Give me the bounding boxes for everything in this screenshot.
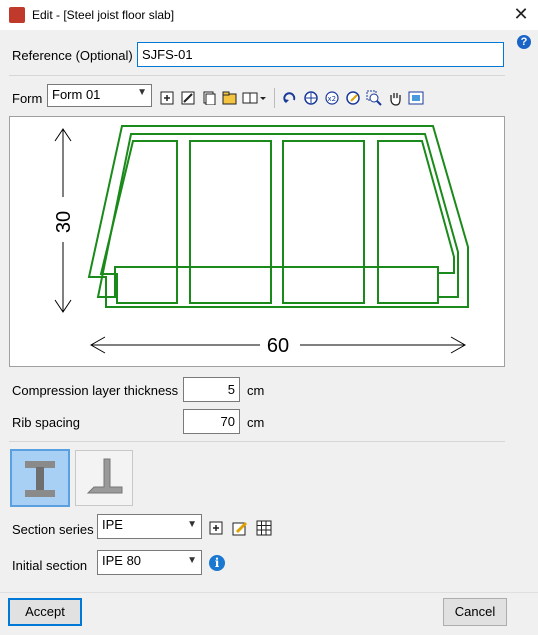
angle-profile-button[interactable] bbox=[75, 450, 133, 506]
slab-outline bbox=[87, 125, 469, 308]
section-series-toolbar bbox=[207, 519, 273, 537]
initial-section-label: Initial section bbox=[12, 558, 88, 573]
divider bbox=[9, 441, 505, 442]
refresh-icon[interactable] bbox=[344, 89, 362, 107]
compression-label: Compression layer thickness bbox=[12, 383, 179, 398]
svg-text:x2: x2 bbox=[328, 95, 337, 103]
library-icon[interactable] bbox=[242, 89, 268, 107]
form-select[interactable]: Form 01 ▼ bbox=[47, 84, 152, 107]
chevron-down-icon: ▼ bbox=[137, 87, 147, 98]
zoom-all-icon[interactable] bbox=[302, 89, 320, 107]
width-label: 60 bbox=[267, 335, 289, 357]
form-select-value: Form 01 bbox=[52, 87, 101, 102]
export-view-icon[interactable] bbox=[407, 89, 425, 107]
undo-view-icon[interactable] bbox=[281, 89, 299, 107]
add-icon[interactable] bbox=[207, 519, 225, 537]
zoom-window-icon[interactable] bbox=[365, 89, 383, 107]
pencil-edit-icon[interactable] bbox=[231, 519, 249, 537]
app-icon bbox=[9, 7, 25, 23]
section-series-select[interactable]: IPE ▼ bbox=[97, 514, 202, 539]
info-icon[interactable]: i bbox=[209, 555, 225, 571]
compression-input[interactable] bbox=[183, 377, 240, 402]
form-label: Form bbox=[12, 91, 43, 106]
rib-spacing-input[interactable] bbox=[183, 409, 240, 434]
copy-icon[interactable] bbox=[200, 89, 218, 107]
initial-section-value: IPE 80 bbox=[102, 553, 142, 568]
initial-section-select[interactable]: IPE 80 ▼ bbox=[97, 550, 202, 575]
i-beam-profile-button[interactable] bbox=[10, 449, 70, 507]
help-icon[interactable]: ? bbox=[517, 35, 531, 49]
cancel-button[interactable]: Cancel bbox=[443, 598, 507, 626]
chevron-down-icon: ▼ bbox=[187, 555, 197, 566]
rib-spacing-unit: cm bbox=[247, 415, 265, 430]
compression-unit: cm bbox=[247, 383, 265, 398]
add-icon[interactable] bbox=[158, 89, 176, 107]
i-beam-icon bbox=[25, 461, 55, 497]
chevron-down-icon: ▼ bbox=[187, 519, 197, 530]
title-bar: Edit - [Steel joist floor slab] ✕ bbox=[0, 0, 538, 30]
toolbar-separator bbox=[274, 88, 275, 108]
rib-cells bbox=[99, 140, 455, 304]
edit-icon[interactable] bbox=[179, 89, 197, 107]
divider bbox=[9, 75, 505, 76]
slab-section-drawing: 30 60 bbox=[9, 116, 505, 367]
rib-spacing-label: Rib spacing bbox=[12, 415, 80, 430]
pan-hand-icon[interactable] bbox=[386, 89, 404, 107]
reference-input[interactable] bbox=[137, 42, 504, 67]
window-title: Edit - [Steel joist floor slab] bbox=[32, 8, 175, 22]
form-toolbar: x2 bbox=[158, 88, 425, 108]
angle-profile-icon bbox=[86, 458, 123, 494]
close-icon[interactable]: ✕ bbox=[511, 4, 531, 25]
section-series-label: Section series bbox=[12, 522, 94, 537]
height-label: 30 bbox=[53, 211, 75, 233]
reference-label: Reference (Optional) bbox=[12, 48, 133, 63]
folder-icon[interactable] bbox=[221, 89, 239, 107]
zoom-x2-icon[interactable]: x2 bbox=[323, 89, 341, 107]
section-series-value: IPE bbox=[102, 517, 123, 532]
accept-button[interactable]: Accept bbox=[8, 598, 82, 626]
table-icon[interactable] bbox=[255, 519, 273, 537]
